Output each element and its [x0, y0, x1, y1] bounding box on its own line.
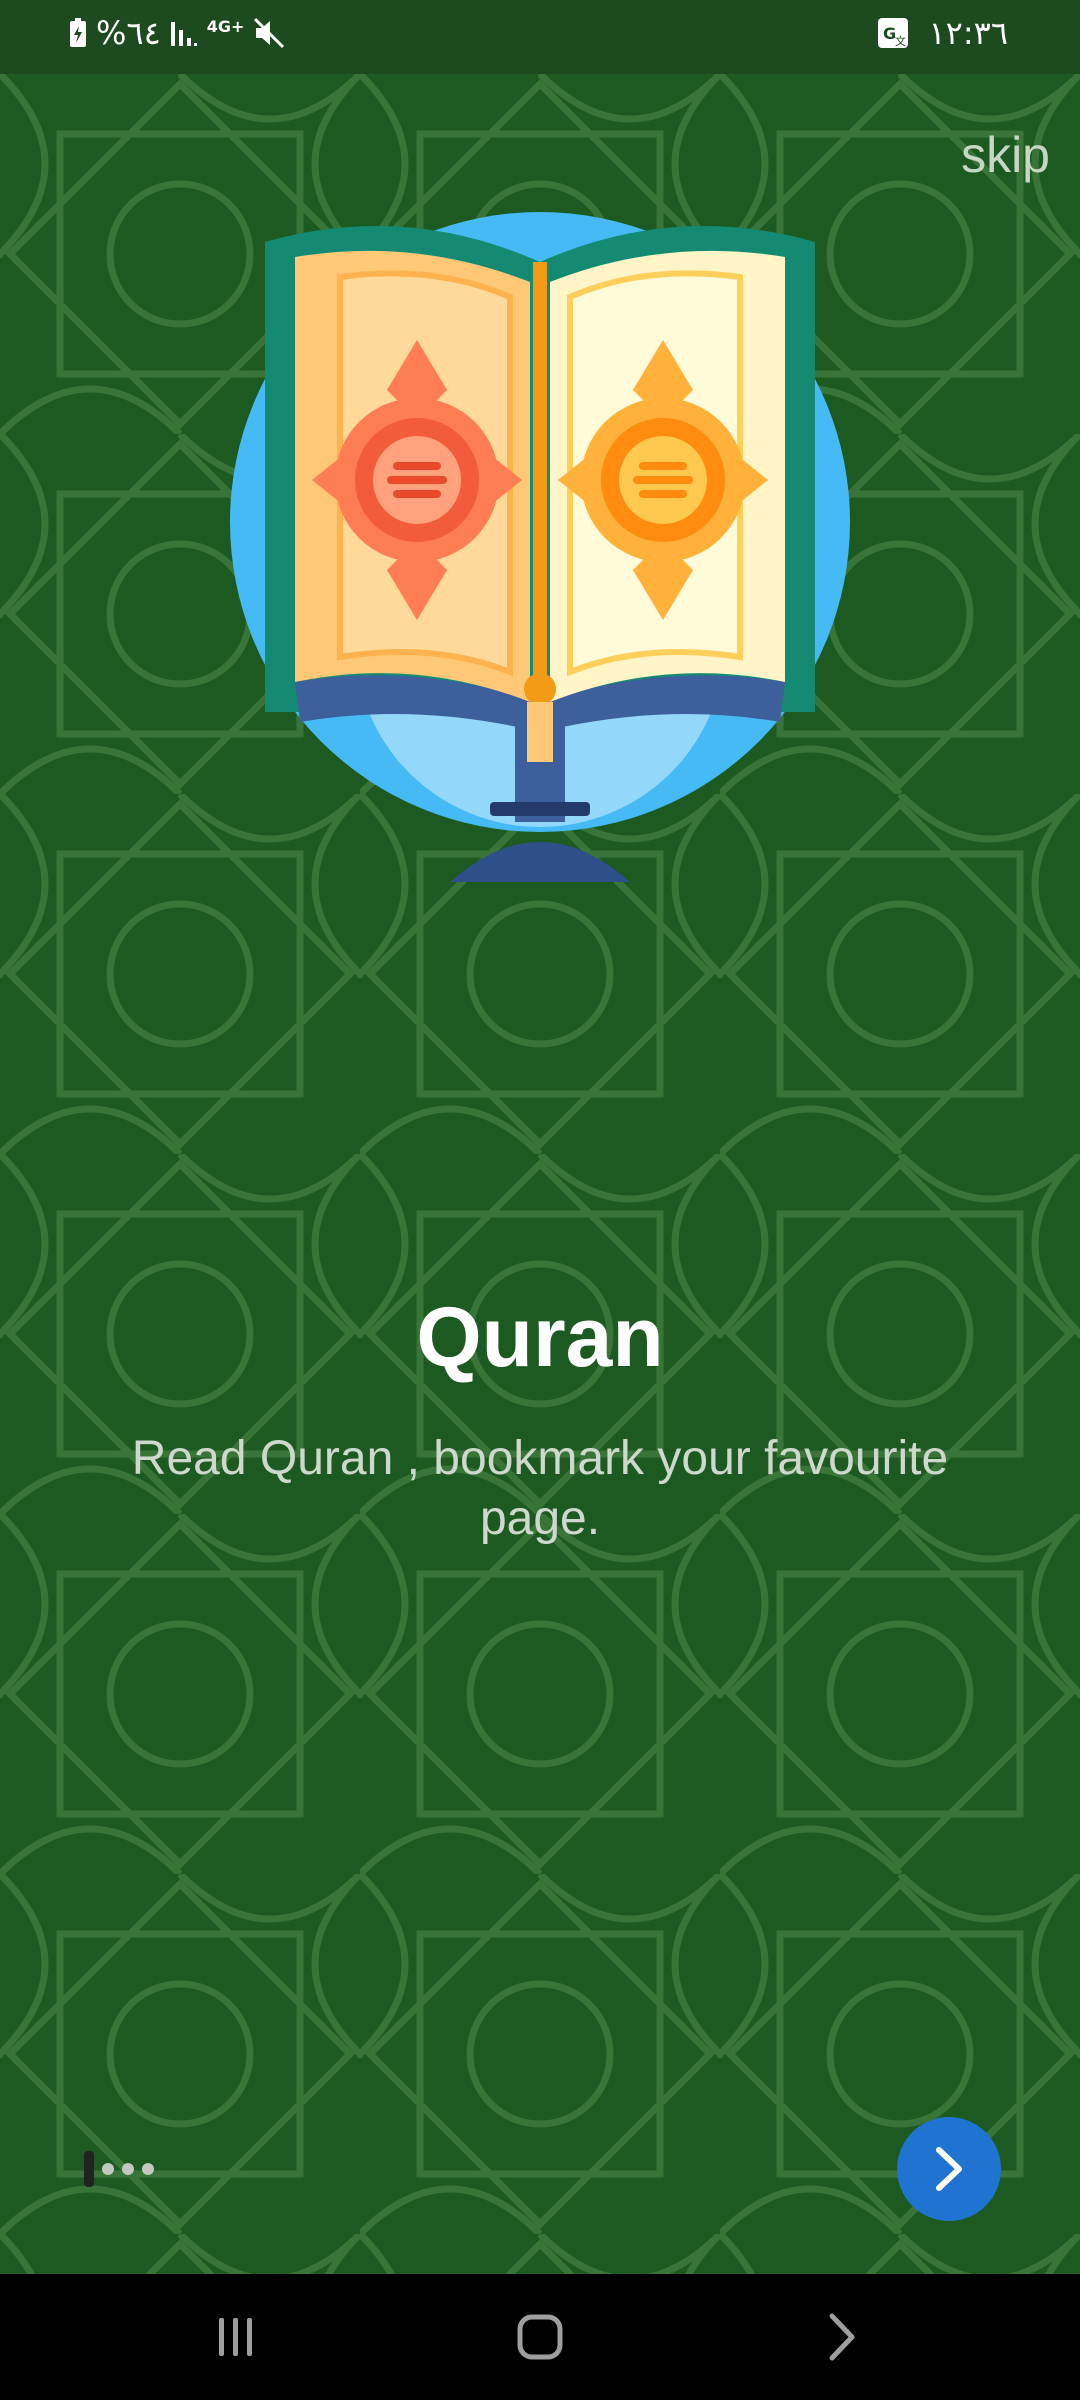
chevron-right-icon [936, 2147, 962, 2191]
back-icon [829, 2313, 855, 2361]
screen: %٦٤ 4G+ G 文 ١٢:٣٦ skip Quran Read Quran … [0, 0, 1080, 2400]
page-indicator [84, 2151, 154, 2187]
home-button[interactable] [500, 2304, 580, 2370]
home-icon [517, 2314, 563, 2360]
battery-charging-icon [70, 18, 86, 47]
status-bar: %٦٤ 4G+ G 文 ١٢:٣٦ [0, 0, 1080, 74]
recents-icon [219, 2318, 252, 2356]
onboarding-page: skip Quran Read Quran , bookmark your fa… [0, 74, 1080, 2274]
network-type: 4G+ [206, 16, 245, 36]
battery-level: %٦٤ [96, 14, 161, 52]
mute-icon [254, 17, 285, 49]
status-left: %٦٤ 4G+ [68, 14, 286, 52]
skip-button[interactable]: skip [961, 126, 1050, 184]
recents-button[interactable] [196, 2304, 276, 2370]
translate-icon: G 文 [878, 18, 909, 48]
page-description: Read Quran , bookmark your favourite pag… [131, 1432, 949, 1545]
back-button[interactable] [802, 2304, 882, 2370]
system-navigation-bar [0, 2274, 1080, 2400]
signal-icon [170, 22, 197, 46]
page-dot-1 [84, 2151, 94, 2187]
quran-book-illustration [230, 212, 850, 882]
status-right: G 文 ١٢:٣٦ [876, 14, 1008, 52]
next-button[interactable] [897, 2117, 1001, 2221]
page-dot-2 [102, 2163, 114, 2175]
page-dot-4 [142, 2163, 154, 2175]
svg-text:文: 文 [895, 34, 906, 48]
page-title: Quran [416, 1290, 664, 1384]
page-dot-3 [122, 2163, 134, 2175]
clock: ١٢:٣٦ [928, 14, 1008, 52]
